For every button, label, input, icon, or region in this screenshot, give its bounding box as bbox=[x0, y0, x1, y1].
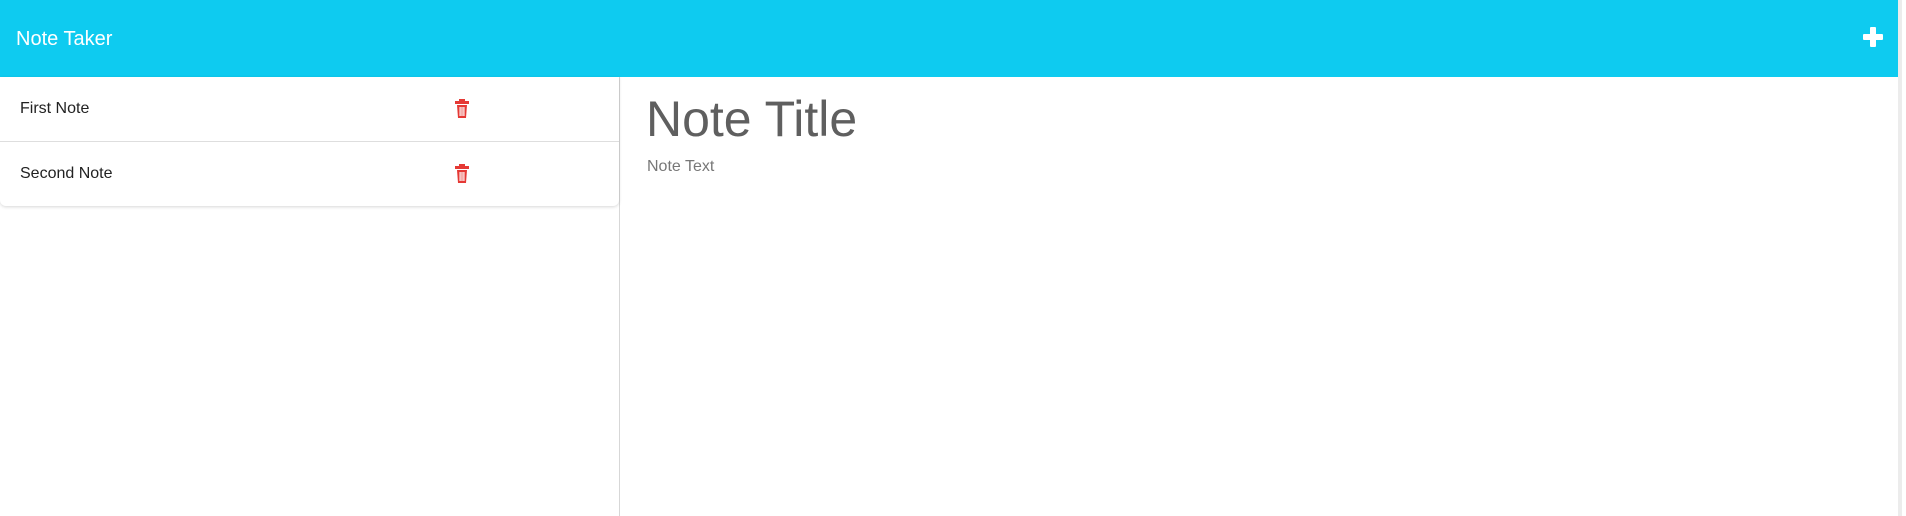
plus-icon bbox=[1863, 27, 1883, 47]
note-taker-app: Note Taker First Note Second Note Note T… bbox=[0, 0, 1902, 516]
list-item[interactable]: Second Note bbox=[0, 142, 619, 206]
notes-sidebar: First Note Second Note bbox=[0, 77, 620, 516]
trash-icon bbox=[455, 99, 469, 118]
note-editor bbox=[621, 77, 1898, 516]
note-title-label: Second Note bbox=[20, 165, 113, 182]
note-list: First Note Second Note bbox=[0, 77, 619, 206]
note-title-label: First Note bbox=[20, 100, 90, 117]
delete-note-button[interactable] bbox=[454, 99, 470, 119]
note-text-input[interactable] bbox=[647, 157, 1847, 457]
right-edge-divider bbox=[1898, 0, 1902, 516]
new-note-button[interactable] bbox=[1860, 24, 1886, 50]
app-title: Note Taker bbox=[16, 28, 113, 50]
note-title-input[interactable] bbox=[646, 88, 1846, 150]
top-navbar: Note Taker bbox=[0, 0, 1902, 77]
list-item[interactable]: First Note bbox=[0, 77, 619, 141]
trash-icon bbox=[455, 164, 469, 183]
delete-note-button[interactable] bbox=[454, 164, 470, 184]
